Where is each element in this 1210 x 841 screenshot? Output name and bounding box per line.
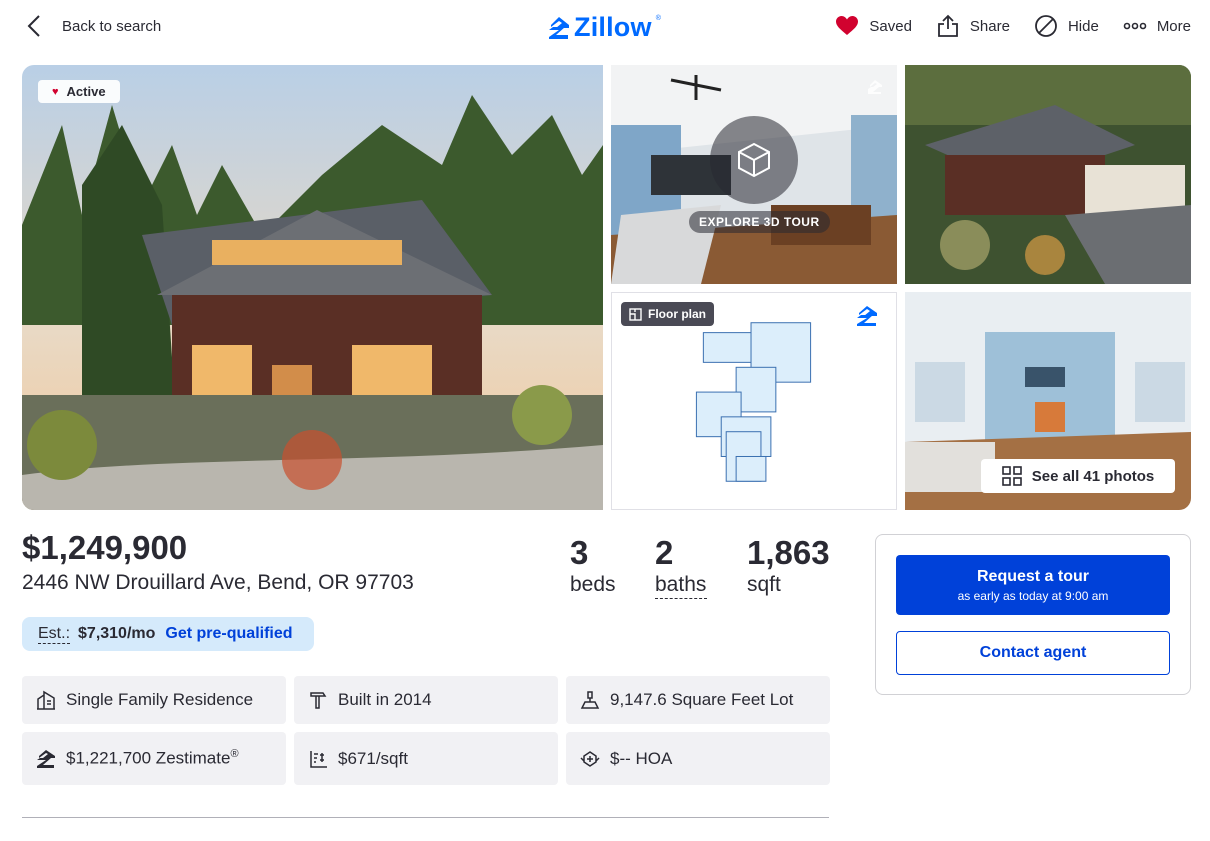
hammer-icon bbox=[310, 692, 327, 709]
back-to-search-link[interactable]: Back to search bbox=[24, 14, 161, 38]
zestimate-registered-mark: ® bbox=[230, 748, 239, 761]
request-tour-title: Request a tour bbox=[976, 567, 1089, 585]
home-type-icon bbox=[37, 690, 55, 710]
living-room-photo[interactable]: See all 41 photos bbox=[905, 292, 1191, 510]
sqft-label: sqft bbox=[747, 573, 781, 596]
price-per-sqft-icon bbox=[310, 750, 327, 768]
fact-price-per-sqft: $671/sqft bbox=[294, 732, 558, 785]
top-bar: Back to search Zillow ® Saved Share Hide… bbox=[0, 0, 1210, 52]
beds-value: 3 bbox=[570, 534, 589, 571]
baths-label[interactable]: baths bbox=[655, 572, 707, 599]
logo-registered-mark: ® bbox=[655, 15, 661, 22]
beds-stat: 3 beds bbox=[570, 534, 655, 599]
saved-button[interactable]: Saved bbox=[835, 14, 912, 38]
explore-3d-tour-label[interactable]: EXPLORE 3D TOUR bbox=[689, 211, 830, 233]
listing-actions: Saved Share Hide More bbox=[835, 14, 1191, 38]
see-all-photos-button[interactable]: See all 41 photos bbox=[981, 459, 1175, 493]
cube-icon bbox=[738, 142, 770, 178]
fact-home-type-text: Single Family Residence bbox=[66, 690, 254, 709]
hide-button[interactable]: Hide bbox=[1034, 14, 1099, 38]
fact-year-built: Built in 2014 bbox=[294, 676, 558, 724]
fact-lot-size: 9,147.6 Square Feet Lot bbox=[566, 676, 830, 724]
lot-size-icon bbox=[580, 691, 600, 709]
see-all-photos-label: See all 41 photos bbox=[1031, 467, 1155, 485]
exterior-aerial-photo[interactable] bbox=[905, 65, 1191, 284]
main-photo[interactable]: ♥ Active bbox=[22, 65, 603, 510]
floor-plan-drawing bbox=[695, 322, 812, 482]
status-badge: ♥ Active bbox=[38, 80, 120, 103]
fact-home-type: Single Family Residence bbox=[22, 676, 286, 724]
estimate-label[interactable]: Est.: bbox=[38, 625, 71, 644]
listing-stats: 3 beds 2 baths 1,863 sqft bbox=[570, 534, 830, 599]
zillow-logo[interactable]: Zillow ® bbox=[548, 12, 661, 43]
heart-dot-icon: ♥ bbox=[52, 85, 59, 98]
sqft-stat: 1,863 sqft bbox=[747, 534, 830, 599]
more-button[interactable]: More bbox=[1123, 14, 1191, 38]
fact-zestimate-text: $1,221,700 Zestimate bbox=[66, 748, 231, 768]
fact-lot-size-text: 9,147.6 Square Feet Lot bbox=[610, 690, 794, 709]
back-label: Back to search bbox=[62, 17, 162, 35]
share-button[interactable]: Share bbox=[936, 14, 1010, 38]
listing-price: $1,249,900 bbox=[22, 529, 188, 566]
request-tour-button[interactable]: Request a tour as early as today at 9:00… bbox=[896, 555, 1170, 615]
chevron-left-icon bbox=[27, 15, 40, 37]
more-label: More bbox=[1156, 17, 1191, 35]
sqft-value: 1,863 bbox=[747, 534, 830, 571]
baths-value: 2 bbox=[655, 534, 674, 571]
fact-hoa: $-- HOA bbox=[566, 732, 830, 785]
fact-year-built-text: Built in 2014 bbox=[338, 690, 432, 709]
hide-label: Hide bbox=[1067, 17, 1099, 35]
contact-agent-button[interactable]: Contact agent bbox=[896, 631, 1170, 675]
zillow-watermark-icon bbox=[868, 80, 882, 94]
share-icon bbox=[938, 14, 958, 37]
fact-zestimate-text-group: $1,221,700 Zestimate® bbox=[66, 748, 239, 769]
estimate-amount: $7,310/mo bbox=[78, 625, 156, 642]
baths-stat[interactable]: 2 baths bbox=[655, 534, 747, 599]
status-badge-label: Active bbox=[66, 84, 106, 99]
saved-label: Saved bbox=[869, 17, 912, 35]
get-prequalified-link[interactable]: Get pre-qualified bbox=[165, 625, 292, 643]
logo-wordmark: Zillow bbox=[574, 12, 652, 42]
grid-icon bbox=[1001, 466, 1022, 486]
monthly-estimate: Est.: $7,310/mo Get pre-qualified bbox=[22, 617, 314, 651]
request-tour-subtitle: as early as today at 9:00 am bbox=[957, 588, 1109, 603]
3d-tour-button[interactable] bbox=[710, 116, 798, 204]
zestimate-icon bbox=[37, 749, 55, 768]
hide-icon bbox=[1035, 15, 1057, 37]
photo-gallery: ♥ Active EXPLORE 3D TOUR Floor plan See … bbox=[22, 65, 1191, 510]
fact-zestimate[interactable]: $1,221,700 Zestimate® bbox=[22, 732, 286, 785]
zillow-mark-icon bbox=[549, 16, 569, 39]
share-label: Share bbox=[969, 17, 1010, 35]
hoa-icon bbox=[580, 750, 600, 767]
house-aerial-image bbox=[905, 65, 1191, 284]
beds-label: beds bbox=[570, 573, 616, 596]
listing-address: 2446 NW Drouillard Ave, Bend, OR 97703 bbox=[22, 571, 414, 594]
fact-hoa-text: $-- HOA bbox=[610, 748, 673, 768]
house-exterior-image bbox=[22, 65, 603, 510]
fact-price-per-sqft-text: $671/sqft bbox=[338, 748, 408, 768]
floor-plan-photo[interactable]: Floor plan bbox=[611, 292, 897, 510]
section-divider bbox=[22, 817, 829, 818]
more-dots-icon bbox=[1123, 22, 1147, 30]
heart-icon bbox=[836, 16, 859, 35]
contact-card: Request a tour as early as today at 9:00… bbox=[875, 534, 1191, 695]
3d-tour-photo[interactable]: EXPLORE 3D TOUR bbox=[611, 65, 897, 284]
